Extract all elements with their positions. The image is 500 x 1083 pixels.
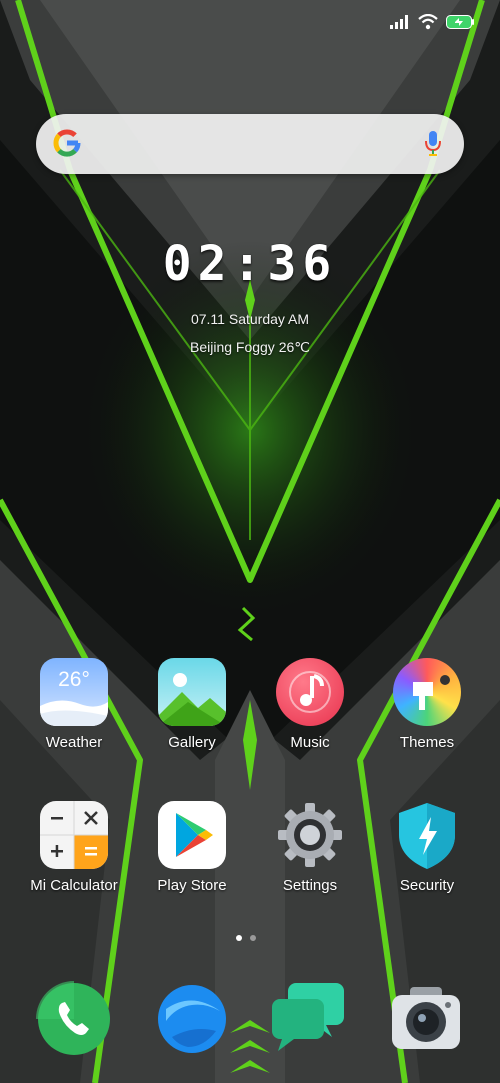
weather-temp-badge: 26° — [58, 668, 90, 691]
weather-icon: 26° — [40, 658, 108, 726]
app-play-store[interactable]: Play Store — [132, 801, 252, 894]
clock-weather: Beijing Foggy 26℃ — [189, 339, 310, 355]
app-label: Settings — [282, 877, 338, 894]
themes-icon — [393, 658, 461, 726]
browser-icon — [158, 985, 226, 1053]
settings-icon — [276, 801, 344, 869]
app-music[interactable]: Music — [250, 658, 370, 751]
page-dot-1[interactable] — [236, 935, 242, 941]
messages-icon — [272, 983, 344, 1051]
battery-charging-icon — [446, 15, 474, 29]
app-label: Play Store — [157, 877, 227, 894]
dock-phone[interactable] — [36, 981, 112, 1057]
gallery-icon — [158, 658, 226, 726]
clock-time[interactable]: 02:36 — [0, 236, 500, 292]
app-label: Music — [290, 734, 330, 751]
app-label: Mi Calculator — [30, 877, 118, 894]
microphone-icon[interactable] — [424, 130, 442, 158]
signal-icon — [390, 15, 408, 29]
status-bar — [390, 12, 474, 32]
google-g-icon — [53, 129, 81, 157]
app-security[interactable]: Security — [367, 801, 487, 894]
clock-date: 07.11 Saturday AM — [190, 311, 310, 327]
dock-messages[interactable] — [270, 981, 346, 1057]
camera-icon — [392, 987, 460, 1049]
app-settings[interactable]: Settings — [250, 801, 370, 894]
app-weather[interactable]: 26° Weather — [14, 658, 134, 751]
calculator-icon — [40, 801, 108, 869]
google-search-bar[interactable] — [36, 114, 464, 174]
app-label: Gallery — [168, 734, 216, 751]
app-label: Security — [399, 877, 455, 894]
app-gallery[interactable]: Gallery — [132, 658, 252, 751]
app-themes[interactable]: Themes — [367, 658, 487, 751]
dock-browser[interactable] — [154, 981, 230, 1057]
dock-camera[interactable] — [388, 981, 464, 1057]
music-icon — [276, 658, 344, 726]
app-label: Weather — [45, 734, 103, 751]
page-dot-2[interactable] — [250, 935, 256, 941]
phone-icon — [36, 981, 110, 1055]
play-store-icon — [158, 801, 226, 869]
security-icon — [393, 801, 461, 869]
page-indicator — [236, 935, 256, 941]
app-label: Themes — [399, 734, 455, 751]
app-mi-calculator[interactable]: Mi Calculator — [14, 801, 134, 894]
wifi-icon — [418, 14, 438, 30]
